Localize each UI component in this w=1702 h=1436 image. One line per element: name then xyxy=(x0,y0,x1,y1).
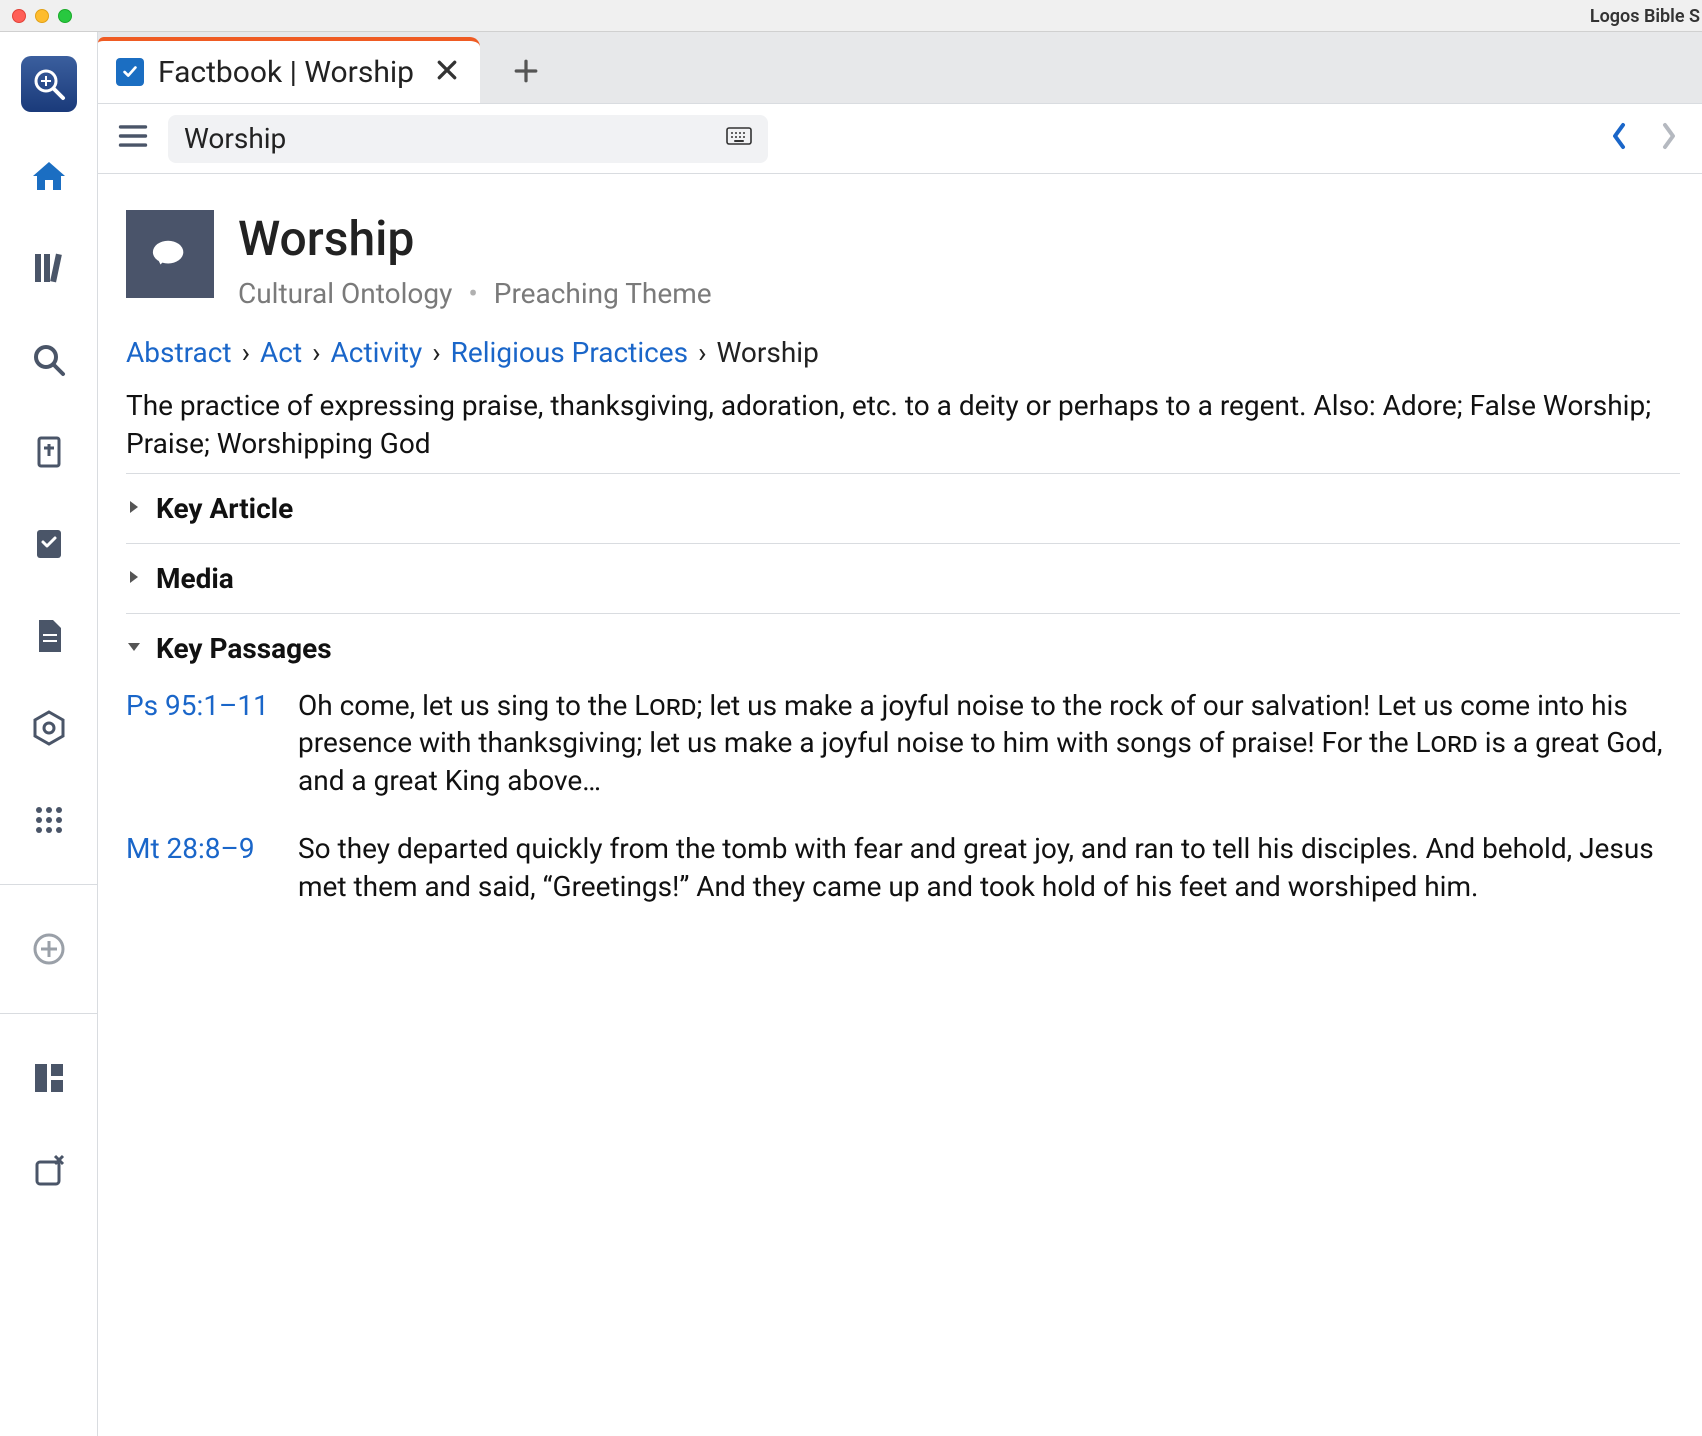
add-icon[interactable] xyxy=(21,921,77,977)
section-title: Key Passages xyxy=(156,632,332,665)
crumb-abstract[interactable]: Abstract xyxy=(126,336,232,369)
passage-row: Ps 95:1–11 Oh come, let us sing to the L… xyxy=(126,687,1680,800)
fullscreen-window-button[interactable] xyxy=(58,9,72,23)
history-nav xyxy=(1608,121,1680,156)
traffic-lights xyxy=(12,9,72,23)
factbook-icon[interactable] xyxy=(21,516,77,572)
crumb-current: Worship xyxy=(717,336,819,369)
chevron-right-icon: › xyxy=(242,336,250,369)
tab-strip: Factbook | Worship xyxy=(98,32,1702,104)
search-value: Worship xyxy=(184,122,714,155)
crumb-religious-practices[interactable]: Religious Practices xyxy=(451,336,688,369)
guides-icon[interactable] xyxy=(21,700,77,756)
window-titlebar: Logos Bible S xyxy=(0,0,1702,32)
breadcrumb: Abstract › Act › Activity › Religious Pr… xyxy=(126,336,1680,369)
close-window-button[interactable] xyxy=(12,9,26,23)
section-key-passages: Key Passages Ps 95:1–11 Oh come, let us … xyxy=(126,613,1680,924)
content-area: Worship Cultural Ontology • Preaching Th… xyxy=(98,174,1702,924)
topic-search-input[interactable]: Worship xyxy=(168,115,768,163)
passage-row: Mt 28:8–9 So they departed quickly from … xyxy=(126,830,1680,906)
sidebar-rail xyxy=(0,32,98,1436)
passage-text: Oh come, let us sing to the Lord; let us… xyxy=(298,687,1680,800)
crumb-activity[interactable]: Activity xyxy=(331,336,423,369)
layouts-icon[interactable] xyxy=(21,1050,77,1106)
tools-icon[interactable] xyxy=(21,792,77,848)
keyboard-icon[interactable] xyxy=(726,126,752,151)
search-icon[interactable] xyxy=(21,332,77,388)
home-icon[interactable] xyxy=(21,148,77,204)
topic-hero: Worship Cultural Ontology • Preaching Th… xyxy=(126,210,1680,310)
document-icon[interactable] xyxy=(21,608,77,664)
minimize-window-button[interactable] xyxy=(35,9,49,23)
app-logo-icon[interactable] xyxy=(21,56,77,112)
sync-icon[interactable] xyxy=(21,1142,77,1198)
section-header-key-passages[interactable]: Key Passages xyxy=(126,632,1680,665)
passage-reference-link[interactable]: Ps 95:1–11 xyxy=(126,687,276,800)
chevron-right-icon: › xyxy=(698,336,706,369)
chevron-right-icon: › xyxy=(432,336,440,369)
passage-text: So they departed quickly from the tomb w… xyxy=(298,830,1680,906)
crumb-act[interactable]: Act xyxy=(260,336,302,369)
chevron-right-icon: › xyxy=(312,336,320,369)
library-icon[interactable] xyxy=(21,240,77,296)
dot-separator-icon: • xyxy=(468,277,477,310)
panel-menu-button[interactable] xyxy=(116,119,150,158)
triangle-right-icon xyxy=(126,496,142,520)
section-key-article: Key Article xyxy=(126,473,1680,543)
triangle-down-icon xyxy=(126,636,142,660)
tab-factbook-worship[interactable]: Factbook | Worship xyxy=(98,37,480,103)
section-header-key-article[interactable]: Key Article xyxy=(126,492,1680,525)
passages-list: Ps 95:1–11 Oh come, let us sing to the L… xyxy=(126,687,1680,906)
category-preaching-theme: Preaching Theme xyxy=(494,277,712,310)
forward-button[interactable] xyxy=(1658,121,1680,156)
back-button[interactable] xyxy=(1608,121,1630,156)
topic-icon xyxy=(126,210,214,298)
topic-title: Worship xyxy=(238,210,712,267)
triangle-right-icon xyxy=(126,566,142,590)
new-tab-button[interactable] xyxy=(498,43,554,99)
tab-factbook-icon xyxy=(116,58,144,86)
close-tab-button[interactable] xyxy=(436,59,458,86)
section-title: Key Article xyxy=(156,492,293,525)
passage-reference-link[interactable]: Mt 28:8–9 xyxy=(126,830,276,906)
category-cultural-ontology: Cultural Ontology xyxy=(238,277,452,310)
panel-toolbar: Worship xyxy=(98,104,1702,174)
topic-description: The practice of expressing praise, thank… xyxy=(126,387,1680,463)
topic-categories: Cultural Ontology • Preaching Theme xyxy=(238,277,712,310)
window-title: Logos Bible S xyxy=(1590,0,1702,32)
bible-icon[interactable] xyxy=(21,424,77,480)
section-title: Media xyxy=(156,562,234,595)
section-media: Media xyxy=(126,543,1680,613)
tab-title: Factbook | Worship xyxy=(158,55,414,90)
section-header-media[interactable]: Media xyxy=(126,562,1680,595)
